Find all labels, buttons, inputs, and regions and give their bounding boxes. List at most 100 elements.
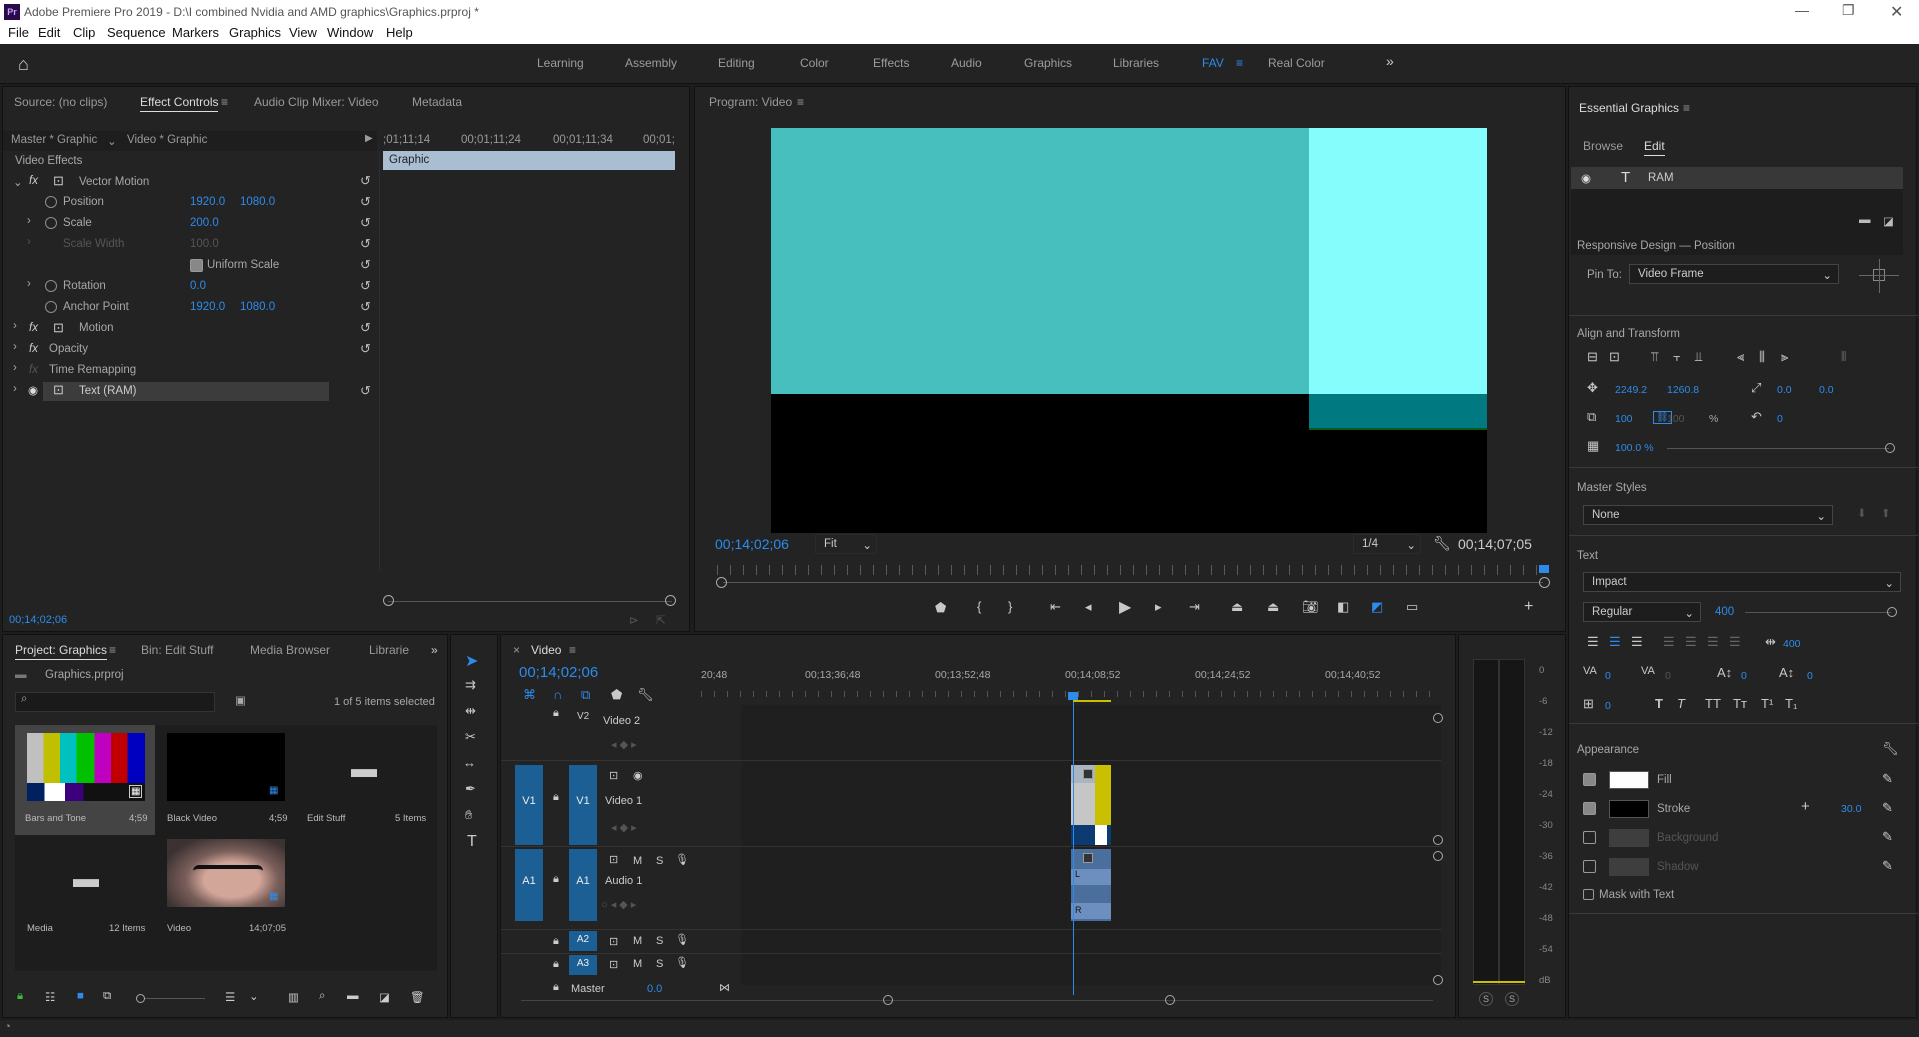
shadow-checkbox[interactable] <box>1583 860 1596 873</box>
ws-audio[interactable]: Audio <box>951 56 982 70</box>
scroll-handle[interactable] <box>1433 975 1443 985</box>
align-vertical-center-icon[interactable]: ⊟ <box>1587 349 1598 365</box>
tab-source[interactable]: Source: (no clips) <box>14 95 107 109</box>
keyframe-nav-icon[interactable]: ○ ◂ ◆ ▸ <box>601 898 636 911</box>
position-x-value[interactable]: 1920.0 <box>190 196 225 208</box>
shadow-swatch[interactable] <box>1609 858 1649 876</box>
reset-icon[interactable]: ↺ <box>360 173 371 189</box>
justify-center-icon[interactable]: ☰ <box>1685 634 1697 650</box>
chevron-right-icon[interactable]: › <box>13 320 17 332</box>
chevron-right-icon[interactable]: › <box>27 215 31 227</box>
timeline-playhead[interactable] <box>1073 695 1074 995</box>
align-middle-icon[interactable]: ⫟ <box>1673 349 1681 365</box>
align-center-icon[interactable]: ⫼ <box>1759 349 1765 365</box>
sort-icon[interactable]: ☰ <box>225 990 235 1004</box>
freeform-view-icon[interactable]: ⧉ <box>103 990 111 1003</box>
slider-handle[interactable] <box>1887 607 1897 617</box>
project-item-edit-stuff[interactable]: ▬ Edit Stuff 5 Items <box>295 725 437 835</box>
selection-tool-icon[interactable]: ➤ <box>465 651 478 671</box>
menu-edit[interactable]: Edit <box>38 25 60 40</box>
tab-metadata[interactable]: Metadata <box>412 95 462 109</box>
program-timecode[interactable]: 00;14;02;06 <box>715 536 789 552</box>
bold-icon[interactable]: T <box>1655 696 1663 711</box>
menu-sequence[interactable]: Sequence <box>107 25 166 40</box>
icon-view-icon[interactable]: ■ <box>77 990 84 1002</box>
scroll-handle[interactable] <box>1433 713 1443 723</box>
extract-icon[interactable]: ⏏ <box>1267 599 1279 615</box>
new-search-bin-icon[interactable]: ▣ <box>235 693 246 707</box>
panel-menu-icon[interactable]: ≡ <box>1683 101 1690 115</box>
tab-effect-controls[interactable]: Effect Controls <box>140 95 219 112</box>
menu-graphics[interactable]: Graphics <box>229 25 281 40</box>
new-bin-icon[interactable]: ▬ <box>347 990 359 1002</box>
mic-icon[interactable]: 🎙︎ <box>675 956 689 969</box>
align-top-icon[interactable]: ⫪ <box>1651 349 1658 365</box>
lock-icon[interactable]: 🔒︎ <box>553 958 559 971</box>
anchor-x-value[interactable]: 1920.0 <box>190 301 225 313</box>
mic-icon[interactable]: 🎙︎ <box>675 933 689 946</box>
position-x-value[interactable]: 2249.2 <box>1615 384 1647 396</box>
maximize-button[interactable]: ❐ <box>1842 2 1855 19</box>
eyedropper-icon[interactable]: ✎ <box>1882 858 1893 874</box>
scroll-handle[interactable] <box>1433 835 1443 845</box>
chevron-right-icon[interactable]: › <box>13 383 17 395</box>
position-y-value[interactable]: 1080.0 <box>240 196 275 208</box>
ws-libraries[interactable]: Libraries <box>1113 56 1159 70</box>
lock-icon[interactable]: 🔒︎ <box>553 791 559 804</box>
mute-button[interactable]: M <box>633 935 642 947</box>
sequence-clip-label[interactable]: Video * Graphic <box>127 134 207 146</box>
menu-view[interactable]: View <box>289 25 317 40</box>
go-to-out-icon[interactable]: ⇥ <box>1189 599 1200 615</box>
anchor-y-value[interactable]: 0.0 <box>1819 384 1834 396</box>
stroke-checkbox[interactable] <box>1583 802 1596 815</box>
justify-right-icon[interactable]: ☰ <box>1707 634 1719 650</box>
ws-fav[interactable]: FAV <box>1202 56 1224 70</box>
mute-button[interactable]: M <box>633 958 642 970</box>
scroll-handle[interactable] <box>665 595 676 606</box>
project-item-media[interactable]: ▬ Media 12 Items <box>15 835 155 945</box>
step-back-icon[interactable]: ◂ <box>1085 599 1092 615</box>
type-tool-icon[interactable]: T <box>467 833 477 851</box>
fx-icon[interactable]: fx <box>29 175 38 187</box>
track-target-v1[interactable]: V1 <box>569 765 597 845</box>
stopwatch-icon[interactable] <box>45 196 57 208</box>
ec-timecode-display[interactable]: 00;14;02;06 <box>9 614 67 626</box>
playhead-marker[interactable] <box>1539 565 1549 573</box>
eye-icon[interactable]: ◉ <box>633 769 643 782</box>
play-only-icon[interactable]: ▶ <box>365 133 373 144</box>
reset-icon[interactable]: ↺ <box>360 257 371 273</box>
fx-icon[interactable]: fx <box>29 322 38 334</box>
font-dropdown[interactable]: Impact ⌄ <box>1583 572 1901 592</box>
more-workspaces-icon[interactable]: » <box>1386 53 1394 69</box>
reset-icon[interactable]: ↺ <box>360 215 371 231</box>
linked-selection-icon[interactable]: ⧉ <box>581 687 590 703</box>
lock-icon[interactable]: 🔒︎ <box>553 873 559 886</box>
ws-effects[interactable]: Effects <box>873 56 909 70</box>
program-title[interactable]: Program: Video <box>709 95 792 109</box>
stroke-width-value[interactable]: 30.0 <box>1841 803 1861 815</box>
menu-window[interactable]: Window <box>327 25 373 40</box>
eyedropper-icon[interactable]: ✎ <box>1882 771 1893 787</box>
stopwatch-icon[interactable] <box>45 280 57 292</box>
reset-icon[interactable]: ↺ <box>360 194 371 210</box>
track-target-a2[interactable]: A2 <box>569 931 597 951</box>
reset-icon[interactable]: ↺ <box>360 320 371 336</box>
track-label-v2[interactable]: V2 <box>577 711 589 722</box>
eyedropper-icon[interactable]: ✎ <box>1882 829 1893 845</box>
program-scrollbar[interactable] <box>723 582 1543 583</box>
tab-media-browser[interactable]: Media Browser <box>250 643 330 657</box>
lock-icon[interactable]: 🔒︎ <box>553 981 559 994</box>
program-time-ruler[interactable] <box>717 565 1543 575</box>
ec-zoom-scrollbar[interactable] <box>388 601 672 602</box>
ripple-edit-tool-icon[interactable]: ⇹ <box>465 703 476 719</box>
pin-to-dropdown[interactable]: Video Frame ⌄ <box>1629 264 1839 284</box>
timeline-timecode[interactable]: 00;14;02;06 <box>519 664 598 681</box>
solo-right-button[interactable]: S <box>1505 992 1519 1006</box>
solo-left-button[interactable]: S <box>1479 992 1493 1006</box>
zoom-slider[interactable] <box>145 998 205 999</box>
rotation-value[interactable]: 0 <box>1777 413 1783 425</box>
add-marker-icon[interactable]: ⬟ <box>935 600 946 616</box>
font-weight-dropdown[interactable]: Regular ⌄ <box>1583 602 1701 622</box>
filter-icon[interactable]: ⊳ <box>629 613 639 627</box>
opacity-slider[interactable] <box>1667 448 1889 449</box>
